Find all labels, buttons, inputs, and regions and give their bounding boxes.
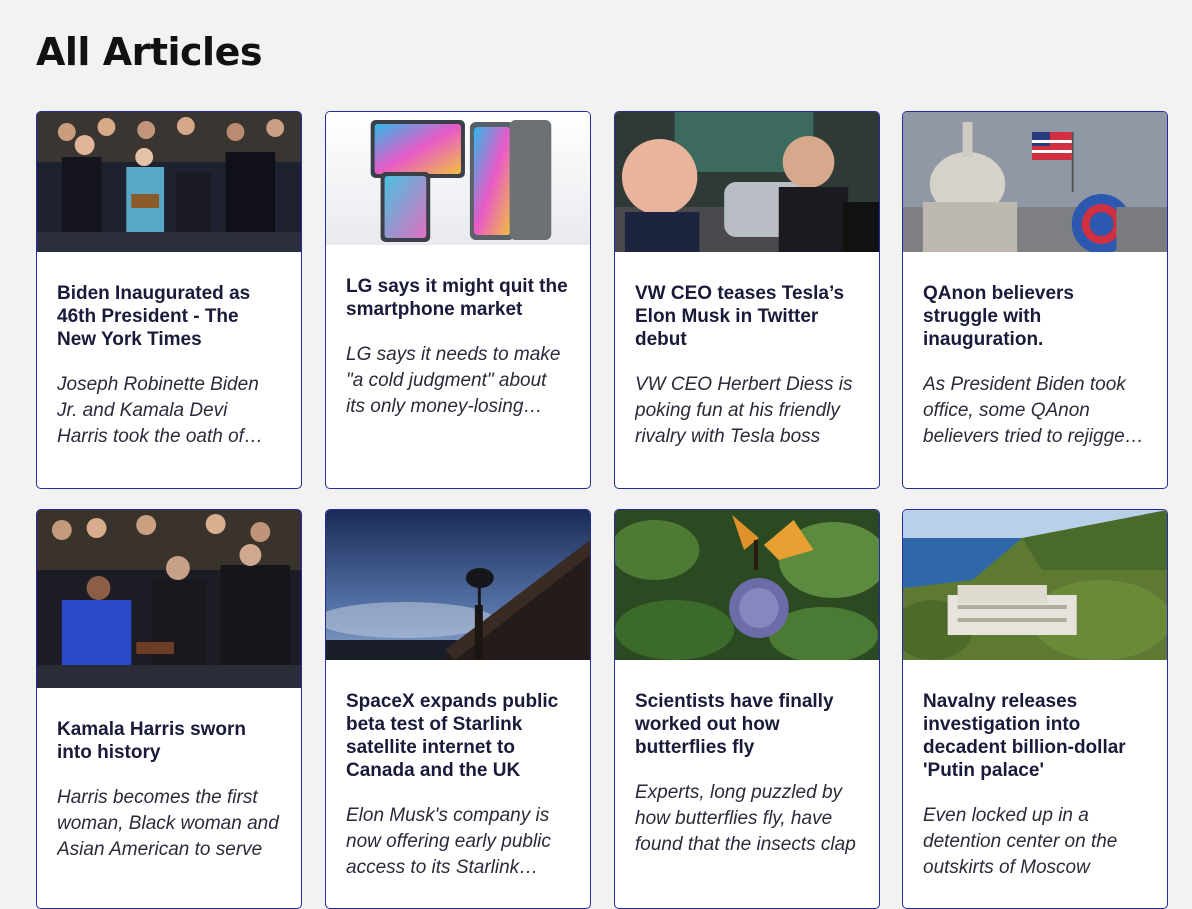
article-headline: SpaceX expands public beta test of Starl…: [346, 691, 559, 781]
article-card-starlink[interactable]: SpaceX expands public beta test of Starl…: [325, 509, 591, 909]
article-headline: Navalny releases investigation into deca…: [923, 691, 1126, 781]
butterfly-photo: [615, 510, 879, 660]
article-description: As President Biden took office, some QAn…: [923, 374, 1132, 447]
article-description: Harris becomes the first woman, Black wo…: [57, 787, 279, 860]
article-description: Even locked up in a detention center on …: [923, 805, 1118, 878]
lg-phones-photo: [326, 112, 590, 245]
article-description: Joseph Robinette Biden Jr. and Kamala De…: [57, 374, 259, 447]
article-description: Experts, long puzzled by how butterflies…: [635, 782, 856, 855]
inauguration-photo: [37, 112, 301, 252]
starlink-dish-photo: [326, 510, 590, 660]
article-card-vw-tesla[interactable]: VW CEO teases Tesla’s Elon Musk in Twitt…: [614, 111, 880, 489]
article-card-putin-palace[interactable]: Navalny releases investigation into deca…: [902, 509, 1168, 909]
article-description: Elon Musk's company is now offering earl…: [346, 805, 551, 878]
article-description: VW CEO Herbert Diess is poking fun at hi…: [635, 374, 853, 447]
vw-musk-photo: [615, 112, 879, 252]
article-headline: LG says it might quit the smartphone mar…: [346, 276, 568, 320]
article-description: LG says it needs to make "a cold judgmen…: [346, 344, 561, 417]
article-card-lg-smartphone[interactable]: LG says it might quit the smartphone mar…: [325, 111, 591, 489]
harris-sworn-in-photo: [37, 510, 301, 688]
palace-aerial-photo: [903, 510, 1167, 660]
article-headline: Kamala Harris sworn into history: [57, 719, 247, 763]
article-headline: QAnon believers struggle with inaugurati…: [923, 283, 1074, 350]
article-card-qanon[interactable]: QAnon believers struggle with inaugurati…: [902, 111, 1168, 489]
page-title: All Articles: [36, 30, 262, 74]
article-card-biden-inauguration[interactable]: Biden Inaugurated as 46th President - Th…: [36, 111, 302, 489]
article-headline: Biden Inaugurated as 46th President - Th…: [57, 283, 251, 350]
article-headline: Scientists have finally worked out how b…: [635, 691, 834, 758]
capitol-qanon-photo: [903, 112, 1167, 252]
article-headline: VW CEO teases Tesla’s Elon Musk in Twitt…: [635, 283, 845, 350]
article-card-butterflies[interactable]: Scientists have finally worked out how b…: [614, 509, 880, 909]
article-card-kamala-harris[interactable]: Kamala Harris sworn into history Harris …: [36, 509, 302, 909]
